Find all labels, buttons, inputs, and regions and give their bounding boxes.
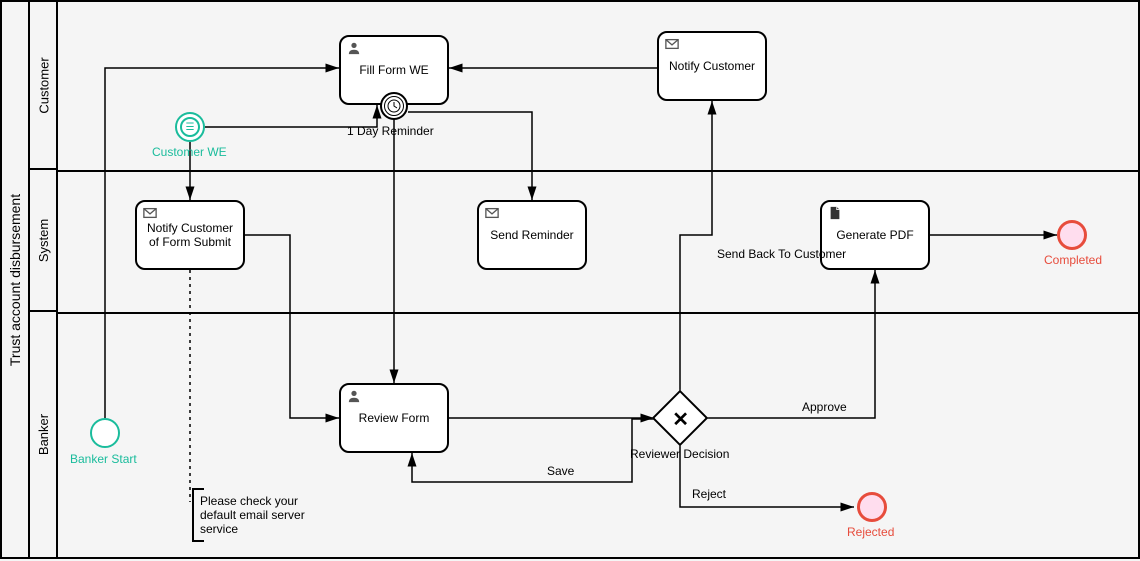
envelope-icon — [665, 37, 679, 51]
user-icon — [347, 41, 361, 55]
end-event-completed[interactable] — [1057, 220, 1087, 250]
lane-system: System — [30, 170, 58, 312]
lane-divider — [58, 312, 1138, 314]
document-icon — [828, 206, 842, 220]
flow-send-back-label: Send Back To Customer — [717, 247, 846, 261]
lane-divider — [58, 170, 1138, 172]
start-event-banker-label: Banker Start — [70, 452, 137, 466]
lane-customer: Customer — [30, 2, 58, 170]
start-event-banker[interactable] — [90, 418, 120, 448]
flow-approve-label: Approve — [802, 400, 847, 414]
start-event-customer-we-label: Customer WE — [152, 145, 227, 159]
user-icon — [347, 389, 361, 403]
bpmn-diagram: Trust account disbursement Customer Syst… — [0, 0, 1140, 559]
task-notify-customer[interactable]: Notify Customer — [657, 31, 767, 101]
timer-event[interactable] — [380, 92, 408, 120]
pool-label: Trust account disbursement — [2, 2, 30, 557]
clock-icon — [386, 98, 402, 114]
lane-labels: Customer System Banker — [30, 2, 58, 557]
timer-event-label: 1 Day Reminder — [347, 124, 434, 138]
start-event-customer-we[interactable]: ☰ — [175, 112, 205, 142]
gateway-reviewer-decision[interactable]: ✕ — [652, 390, 709, 447]
gateway-label: Reviewer Decision — [630, 447, 729, 461]
end-event-rejected[interactable] — [857, 492, 887, 522]
pool-name: Trust account disbursement — [7, 193, 23, 365]
end-event-rejected-label: Rejected — [847, 525, 894, 539]
envelope-icon — [485, 206, 499, 220]
text-annotation: Please check your default email server s… — [192, 490, 332, 540]
task-review-form[interactable]: Review Form — [339, 383, 449, 453]
flow-reject-label: Reject — [692, 487, 726, 501]
flow-save-label: Save — [547, 464, 574, 478]
envelope-icon — [143, 206, 157, 220]
task-notify-submit[interactable]: Notify Customer of Form Submit — [135, 200, 245, 270]
lane-banker: Banker — [30, 312, 58, 557]
end-event-completed-label: Completed — [1044, 253, 1102, 267]
task-send-reminder[interactable]: Send Reminder — [477, 200, 587, 270]
